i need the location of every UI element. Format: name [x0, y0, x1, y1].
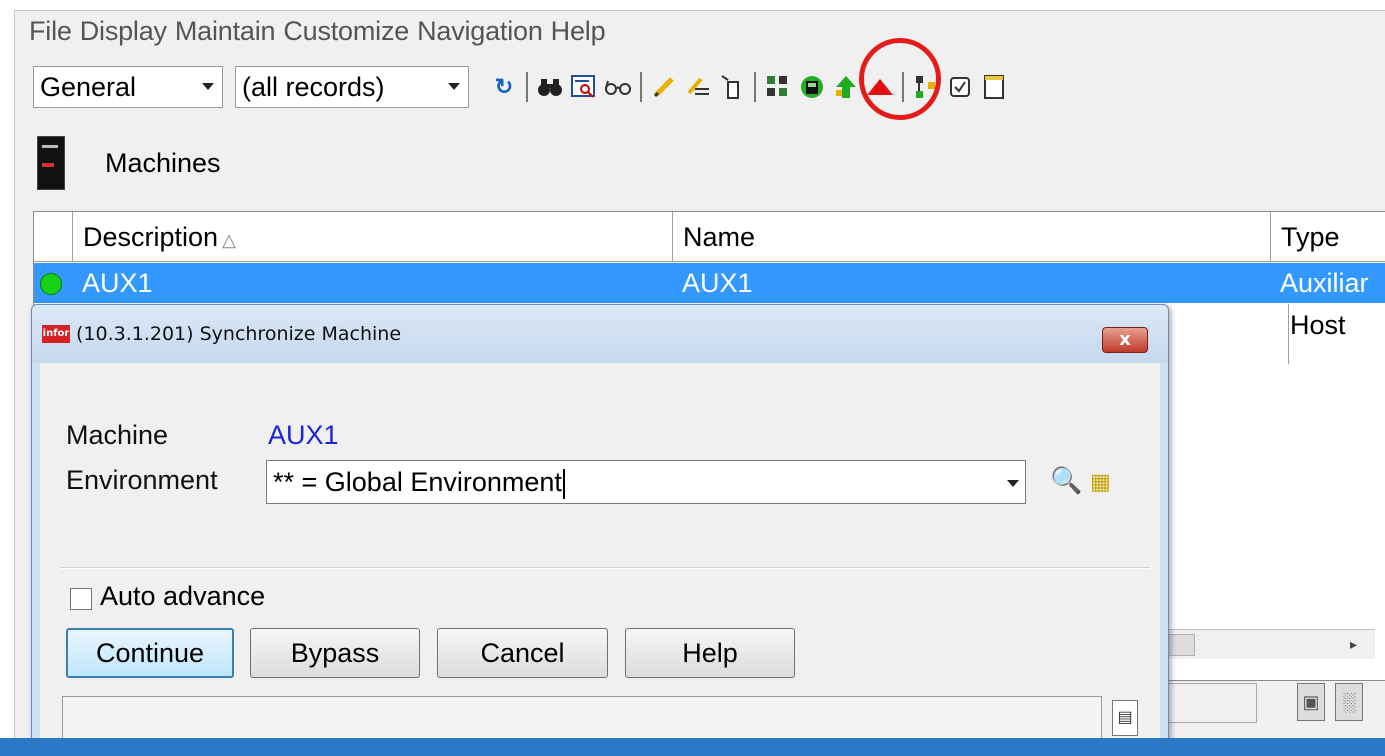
chevron-down-icon: [202, 83, 214, 90]
filter-select[interactable]: (all records): [235, 66, 469, 108]
status-field: [1165, 683, 1257, 723]
dialog-body: Machine AUX1 Environment ** = Global Env…: [40, 363, 1160, 749]
column-header-label: Name: [683, 222, 756, 252]
help-button[interactable]: Help: [625, 628, 795, 678]
dialog-status-bar: [62, 696, 1102, 740]
column-header-label: Description: [83, 222, 219, 252]
close-button[interactable]: x: [1102, 327, 1148, 353]
highlight-ring: [859, 38, 941, 120]
menu-bar: File Display Maintain Customize Navigati…: [15, 11, 1385, 51]
menu-navigation[interactable]: Navigation: [417, 11, 543, 51]
toolbar-separator: [754, 72, 756, 102]
menu-file[interactable]: File: [29, 11, 72, 51]
horizontal-scrollbar[interactable]: ▸: [1155, 629, 1375, 659]
form-icon[interactable]: ▤: [1112, 700, 1138, 736]
table-row[interactable]: AUX1 AUX1 Auxiliar: [34, 263, 1385, 303]
cell-type: Host: [1290, 310, 1346, 340]
page-header: Machines: [37, 133, 221, 193]
toolbar-separator: [640, 72, 642, 102]
synchronize-icon[interactable]: [797, 70, 827, 104]
menu-help[interactable]: Help: [551, 11, 606, 51]
grid-header: Description △ Name Type: [34, 212, 1385, 262]
cancel-button[interactable]: Cancel: [437, 628, 608, 678]
close-icon: x: [1119, 329, 1131, 350]
view-select[interactable]: General: [33, 66, 223, 108]
machine-icon: [37, 136, 65, 190]
auto-advance-label[interactable]: Auto advance: [100, 581, 265, 612]
tagged-icon[interactable]: [717, 70, 747, 104]
cell-name: AUX1: [682, 268, 753, 298]
dialog-title: (10.3.1.201) Synchronize Machine: [76, 323, 402, 345]
environment-label: Environment: [66, 465, 218, 495]
chevron-down-icon[interactable]: [1007, 480, 1019, 487]
column-header-description[interactable]: Description △: [72, 212, 672, 262]
machine-label: Machine: [66, 420, 169, 450]
column-header-label: Type: [1281, 222, 1340, 252]
clipboard-icon[interactable]: ▣: [1297, 683, 1325, 721]
toolbar: General (all records) ↻: [15, 63, 1385, 111]
binoculars-icon[interactable]: [535, 70, 565, 104]
network-icon[interactable]: [763, 70, 793, 104]
green-up-arrow-icon[interactable]: [831, 70, 861, 104]
scroll-right-icon[interactable]: ▸: [1350, 636, 1357, 653]
glasses-icon[interactable]: [603, 70, 633, 104]
view-select-value: General: [40, 71, 137, 102]
infor-logo-icon: infor: [42, 325, 70, 343]
taskbar: [0, 738, 1385, 756]
toolbar-separator: [526, 72, 528, 102]
column-header-name[interactable]: Name: [672, 212, 1272, 262]
column-header-type[interactable]: Type: [1270, 212, 1385, 262]
page-title: Machines: [105, 147, 221, 178]
environment-field[interactable]: ** = Global Environment: [266, 460, 1026, 504]
divider: [60, 567, 1150, 569]
pencil-icon[interactable]: [649, 70, 679, 104]
menu-maintain[interactable]: Maintain: [175, 11, 276, 51]
zoom-list-icon[interactable]: ▦: [1090, 469, 1111, 495]
environment-value: ** = Global Environment: [273, 467, 562, 497]
cell-type: Auxiliar: [1280, 268, 1369, 298]
search-icon[interactable]: 🔍: [1050, 465, 1082, 496]
text-caret: [562, 468, 565, 499]
chevron-down-icon: [448, 83, 460, 90]
auto-advance-checkbox[interactable]: [70, 588, 92, 610]
menu-customize[interactable]: Customize: [283, 11, 409, 51]
find-in-list-icon[interactable]: [569, 70, 599, 104]
machine-value: AUX1: [268, 420, 339, 450]
filter-select-value: (all records): [242, 71, 385, 102]
sort-ascending-icon: △: [222, 230, 236, 250]
continue-button[interactable]: Continue: [66, 628, 234, 678]
menu-display[interactable]: Display: [80, 11, 167, 51]
refresh-icon[interactable]: ↻: [489, 70, 519, 104]
chart-icon[interactable]: ░: [1335, 683, 1363, 721]
column-divider: [1288, 304, 1289, 364]
cell-description: AUX1: [82, 268, 153, 298]
checkbox-icon[interactable]: [945, 70, 975, 104]
status-green-icon: [40, 273, 62, 295]
notepad-icon[interactable]: [979, 70, 1009, 104]
synchronize-machine-dialog: infor (10.3.1.201) Synchronize Machine x…: [31, 304, 1169, 756]
bypass-button[interactable]: Bypass: [250, 628, 420, 678]
dialog-title-bar[interactable]: infor (10.3.1.201) Synchronize Machine x: [32, 305, 1168, 363]
edit-lines-icon[interactable]: [683, 70, 713, 104]
